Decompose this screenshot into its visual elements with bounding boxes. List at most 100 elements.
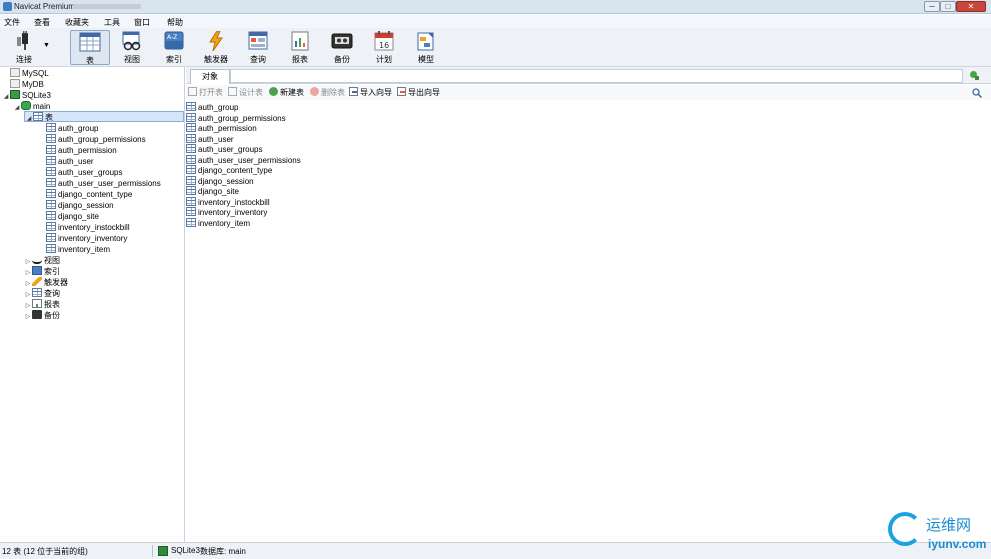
expanded-arrow-icon[interactable]: ◢: [2, 92, 10, 103]
menu-bar: 文件 查看 收藏夹 工具 窗口 帮助: [0, 15, 991, 28]
report-button[interactable]: 报表: [280, 30, 320, 65]
index-label: 索引: [166, 55, 182, 64]
export-wizard-button[interactable]: 导出向导: [397, 87, 440, 98]
tree-indexes-node[interactable]: ▷ 索引: [24, 266, 60, 277]
tree-table-item[interactable]: inventory_item: [46, 244, 110, 255]
connect-button[interactable]: 连接: [4, 30, 44, 65]
menu-window[interactable]: 窗口: [134, 17, 150, 28]
menu-favorites[interactable]: 收藏夹: [65, 17, 89, 28]
list-item[interactable]: auth_user_user_permissions: [186, 155, 301, 165]
calendar-icon: 16: [374, 31, 394, 51]
trigger-button[interactable]: 触发器: [196, 30, 236, 65]
table-icon: [186, 123, 196, 132]
report-icon: [291, 31, 309, 51]
table-icon: [186, 197, 196, 206]
list-item[interactable]: django_session: [186, 176, 254, 186]
connect-dropdown-icon[interactable]: ▼: [43, 42, 50, 49]
tab-objects[interactable]: 对象: [190, 69, 230, 84]
list-item[interactable]: django_site: [186, 186, 239, 196]
new-table-button[interactable]: 新建表: [269, 87, 304, 98]
connection-tree: MySQL MyDB ◢ SQLite3 ◢ main ◢ 表 auth_group …: [0, 67, 185, 542]
tree-connection-mydb[interactable]: MyDB: [2, 79, 44, 90]
table-icon: [46, 156, 56, 165]
table-button[interactable]: 表: [70, 30, 110, 65]
tree-table-item[interactable]: auth_permission: [46, 145, 117, 156]
menu-help[interactable]: 帮助: [167, 17, 183, 28]
model-icon: [417, 32, 434, 51]
tab-bar: 对象: [186, 67, 991, 84]
list-item[interactable]: inventory_item: [186, 218, 250, 228]
table-icon: [46, 200, 56, 209]
close-button[interactable]: ✕: [956, 1, 986, 12]
collapsed-arrow-icon[interactable]: ▷: [24, 312, 32, 323]
query-button[interactable]: 查询: [238, 30, 278, 65]
design-table-button[interactable]: 设计表: [228, 87, 263, 98]
list-item[interactable]: django_content_type: [186, 165, 272, 175]
tree-table-item[interactable]: django_session: [46, 200, 114, 211]
list-item[interactable]: inventory_instockbill: [186, 197, 270, 207]
add-tab-icon[interactable]: [969, 70, 980, 81]
list-item[interactable]: auth_user_groups: [186, 144, 263, 154]
schedule-button[interactable]: 16 计划: [364, 30, 404, 65]
table-icon: [46, 123, 56, 132]
tree-table-item[interactable]: auth_user_user_permissions: [46, 178, 161, 189]
menu-file[interactable]: 文件: [4, 17, 20, 28]
tree-table-item[interactable]: inventory_inventory: [46, 233, 127, 244]
menu-view[interactable]: 查看: [34, 17, 50, 28]
index-az-icon: A-Z: [164, 31, 184, 50]
tree-table-item[interactable]: auth_group: [46, 123, 98, 134]
sqlite3-connection-icon: [158, 546, 168, 556]
menu-tools[interactable]: 工具: [104, 17, 120, 28]
model-button[interactable]: 模型: [406, 30, 446, 65]
list-item[interactable]: auth_permission: [186, 123, 257, 133]
query-icon: [248, 31, 268, 50]
import-icon: [349, 87, 358, 96]
open-table-button[interactable]: 打开表: [188, 87, 223, 98]
table-icon: [186, 134, 196, 143]
table-label: 表: [86, 56, 94, 65]
view-button[interactable]: 视图: [112, 30, 152, 65]
table-icon: [46, 167, 56, 176]
table-icon: [46, 233, 56, 242]
backup-tape-icon: [32, 310, 42, 319]
tree-table-item[interactable]: django_site: [46, 211, 99, 222]
tree-table-item[interactable]: auth_user: [46, 156, 94, 167]
tree-views-node[interactable]: ▷ 视图: [24, 255, 60, 266]
design-table-icon: [228, 87, 237, 96]
expanded-arrow-icon[interactable]: ◢: [25, 114, 33, 125]
import-wizard-button[interactable]: 导入向导: [349, 87, 392, 98]
expanded-arrow-icon[interactable]: ◢: [13, 103, 21, 114]
minimize-button[interactable]: ─: [924, 1, 940, 12]
table-icon: [46, 145, 56, 154]
title-bar: Navicat Premium ─ □ ✕: [0, 0, 991, 14]
tree-reports-node[interactable]: ▷ 报表: [24, 299, 60, 310]
list-item[interactable]: inventory_inventory: [186, 207, 267, 217]
maximize-button[interactable]: □: [940, 1, 956, 12]
tree-queries-node[interactable]: ▷ 查询: [24, 288, 60, 299]
tree-table-item[interactable]: auth_group_permissions: [46, 134, 146, 145]
tree-triggers-node[interactable]: ▷ 触发器: [24, 277, 68, 288]
watermark-cn-text: 运维网: [926, 516, 972, 534]
table-icon: [186, 207, 196, 216]
mysql-connection-icon: [10, 68, 20, 77]
report-label: 报表: [292, 55, 308, 64]
index-button[interactable]: A-Z 索引: [154, 30, 194, 65]
search-icon[interactable]: [972, 88, 982, 98]
tree-connection-sqlite3[interactable]: ◢ SQLite3: [2, 90, 51, 101]
tree-backups-node[interactable]: ▷ 备份: [24, 310, 60, 321]
tree-table-item[interactable]: auth_user_groups: [46, 167, 123, 178]
status-connection: SQLite3: [171, 546, 200, 555]
object-toolbar: 打开表 设计表 新建表 删除表 导入向导 导出向导: [186, 85, 991, 100]
list-item[interactable]: auth_group: [186, 102, 238, 112]
tree-connection-mysql[interactable]: MySQL: [2, 68, 49, 79]
tree-table-item[interactable]: django_content_type: [46, 189, 132, 200]
list-item[interactable]: auth_group_permissions: [186, 113, 286, 123]
delete-table-button[interactable]: 删除表: [310, 87, 345, 98]
tree-table-item[interactable]: inventory_instockbill: [46, 222, 130, 233]
backup-tape-icon: [331, 33, 353, 49]
list-item[interactable]: auth_user: [186, 134, 234, 144]
tree-tables-node[interactable]: ◢ 表: [24, 111, 184, 122]
backup-button[interactable]: 备份: [322, 30, 362, 65]
query-icon: [32, 288, 42, 297]
database-icon: [21, 101, 31, 110]
